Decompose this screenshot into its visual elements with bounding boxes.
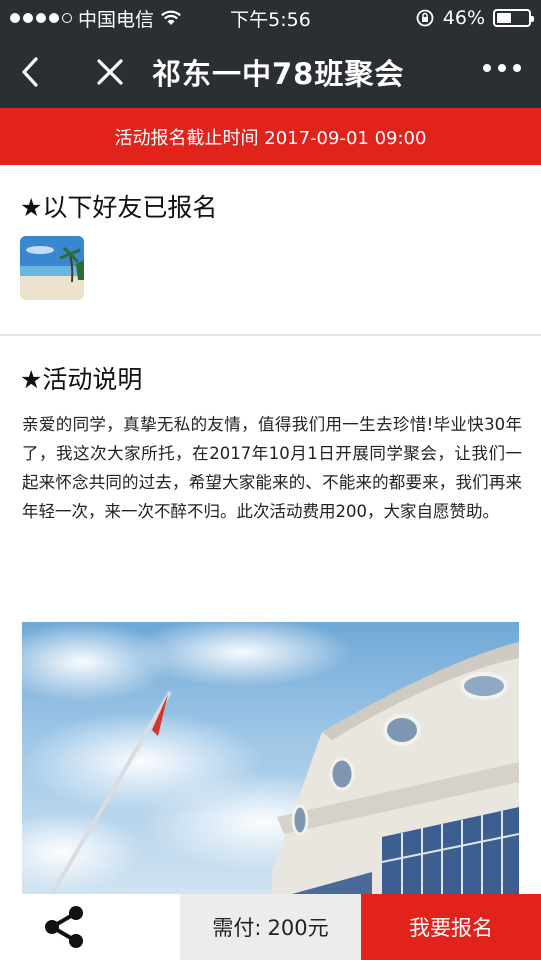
- close-button[interactable]: [80, 36, 140, 108]
- activity-description: 亲爱的同学，真挚无私的友情，值得我们用一生去珍惜!毕业快30年了，我这次大家所托…: [22, 415, 522, 521]
- more-dot-icon: [513, 64, 521, 72]
- more-dot-icon: [483, 64, 491, 72]
- status-bar: 中国电信 下午5:56 46%: [0, 0, 541, 36]
- chevron-left-icon: [22, 57, 38, 87]
- page-title: 祁东一中78班聚会: [152, 57, 405, 91]
- nav-bar: 祁东一中78班聚会: [0, 36, 541, 108]
- activity-section-title: ★活动说明: [20, 365, 143, 394]
- deadline-banner: 活动报名截止时间 2017-09-01 09:00: [0, 108, 541, 165]
- battery-percent: 46%: [442, 7, 485, 29]
- signup-label: 我要报名: [409, 916, 493, 940]
- status-left: 中国电信: [10, 5, 182, 32]
- event-photo: [22, 622, 519, 894]
- share-icon: [45, 906, 83, 948]
- pay-amount: 200元: [267, 916, 329, 940]
- beach-photo-icon: [20, 236, 84, 300]
- signal-icon: [10, 13, 72, 23]
- rotation-lock-icon: [416, 9, 434, 27]
- share-button[interactable]: [0, 894, 180, 960]
- signup-button[interactable]: 我要报名: [361, 894, 541, 960]
- pay-label: 需付:: [212, 916, 262, 940]
- school-building-photo: [22, 622, 519, 894]
- back-button[interactable]: [0, 36, 60, 108]
- close-icon: [97, 59, 123, 85]
- section-divider: [0, 334, 541, 336]
- friend-avatar[interactable]: [20, 236, 84, 300]
- deadline-text: 活动报名截止时间 2017-09-01 09:00: [114, 127, 427, 149]
- carrier-name: 中国电信: [78, 8, 155, 31]
- wifi-icon: [161, 10, 181, 25]
- status-right: 46%: [415, 7, 534, 29]
- payment-amount: 需付: 200元: [180, 894, 361, 960]
- friends-section-title: ★以下好友已报名: [20, 193, 218, 222]
- more-dot-icon: [498, 64, 506, 72]
- more-button[interactable]: [483, 64, 521, 72]
- battery-icon: [493, 9, 534, 27]
- bottom-action-bar: 需付: 200元 我要报名: [0, 894, 541, 960]
